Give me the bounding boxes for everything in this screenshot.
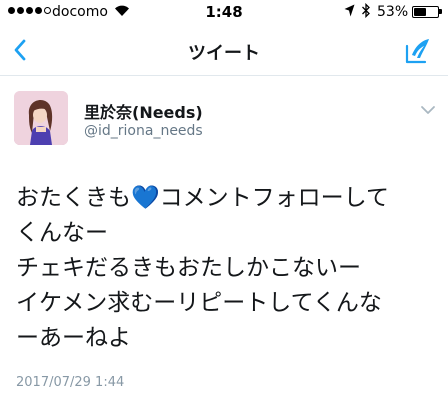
profile-photo bbox=[14, 91, 68, 145]
navigation-bar: ツイート bbox=[0, 26, 448, 76]
chevron-down-icon[interactable] bbox=[420, 104, 436, 116]
display-name[interactable]: 里於奈(Needs) bbox=[84, 99, 203, 123]
tweet-text-line: ーあーねよ bbox=[16, 325, 131, 351]
tweet-text-line: イケメン求むーリピートしてくんな bbox=[16, 290, 382, 316]
status-bar: docomo 1:48 53% bbox=[0, 0, 448, 26]
page-title: ツイート bbox=[188, 43, 260, 64]
battery-level-fill bbox=[414, 8, 427, 16]
battery-icon bbox=[412, 6, 439, 18]
tweet-text: おたくきも💙コメントフォローして くんなー チェキだるきもおたしかこないー イケ… bbox=[16, 181, 436, 356]
tweet-text-line: チェキだるきもおたしかこないー bbox=[16, 255, 361, 281]
tweet-detail: 里於奈(Needs) @id_riona_needs おたくきも💙コメントフォロ… bbox=[0, 77, 448, 406]
tweet-text-line: おたくきも💙コメントフォローして bbox=[16, 185, 389, 211]
bluetooth-icon bbox=[362, 3, 370, 18]
avatar[interactable] bbox=[14, 91, 68, 145]
battery-percent: 53% bbox=[377, 4, 409, 20]
compose-tweet-icon[interactable] bbox=[404, 37, 434, 65]
location-arrow-icon bbox=[344, 4, 355, 17]
tweet-detail-screen: docomo 1:48 53% ツイート 里於奈(Needs) @id_rion… bbox=[0, 0, 448, 406]
user-handle[interactable]: @id_riona_needs bbox=[84, 123, 203, 139]
battery-tip bbox=[439, 9, 442, 14]
tweet-text-line: くんなー bbox=[16, 220, 108, 246]
tweet-timestamp[interactable]: 2017/07/29 1:44 bbox=[16, 375, 124, 390]
